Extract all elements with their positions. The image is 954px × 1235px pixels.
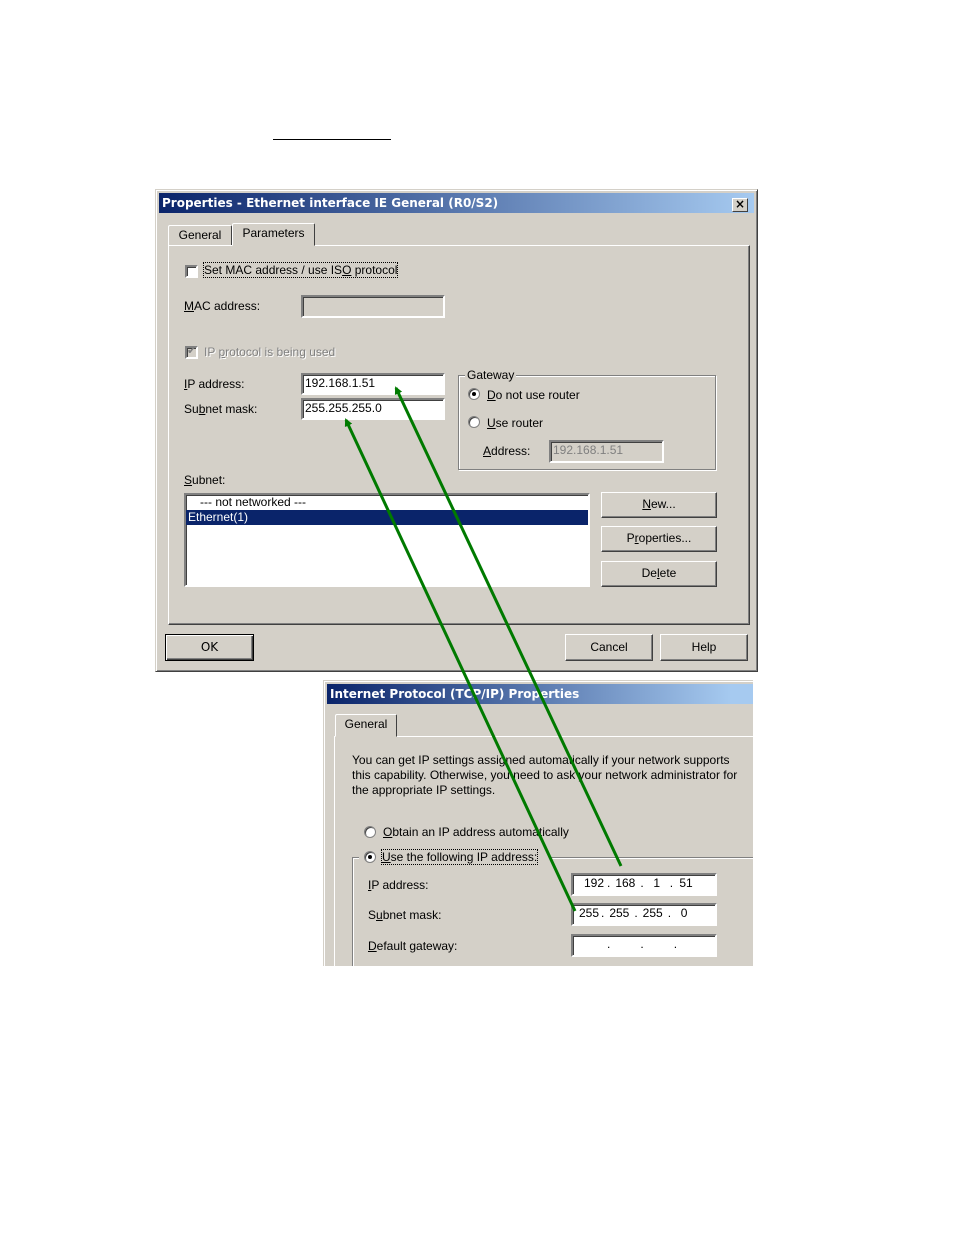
dialog-title-bar[interactable]: Properties - Ethernet interface IE Gener… bbox=[159, 193, 754, 213]
ethernet-properties-dialog: Properties - Ethernet interface IE Gener… bbox=[155, 189, 758, 672]
default-gateway-label: Default gateway: bbox=[368, 939, 458, 953]
new-button[interactable]: New... bbox=[601, 492, 717, 518]
dialog-title-bar[interactable]: Internet Protocol (TCP/IP) Properties bbox=[327, 684, 753, 704]
gateway-group-title: Gateway bbox=[465, 368, 517, 382]
decorative-underline bbox=[273, 139, 391, 140]
subnet-mask-input[interactable]: 255.255.255.0 bbox=[571, 903, 717, 926]
use-router-label[interactable]: Use router bbox=[487, 416, 543, 430]
ok-button[interactable]: OK bbox=[165, 634, 254, 661]
close-icon: × bbox=[734, 197, 746, 211]
use-following-ip-radio[interactable] bbox=[364, 851, 376, 863]
ip-address-label: IP address: bbox=[184, 377, 245, 391]
ip-address-input[interactable]: 192.168.1.51 bbox=[301, 373, 445, 395]
ip-address-label: IP address: bbox=[368, 878, 429, 892]
use-following-ip-label[interactable]: Use the following IP address: bbox=[380, 849, 539, 865]
subnet-mask-label: Subnet mask: bbox=[184, 402, 258, 416]
delete-button[interactable]: Delete bbox=[601, 561, 717, 587]
subnet-label: Subnet: bbox=[184, 473, 226, 487]
list-item-ethernet-1[interactable]: Ethernet(1) bbox=[186, 510, 588, 525]
obtain-ip-auto-label[interactable]: Obtain an IP address automatically bbox=[383, 825, 569, 839]
subnet-mask-label: Subnet mask: bbox=[368, 908, 442, 922]
cancel-button[interactable]: Cancel bbox=[565, 634, 653, 661]
properties-button[interactable]: Properties... bbox=[601, 526, 717, 552]
do-not-use-router-label[interactable]: Do not use router bbox=[487, 388, 580, 402]
set-mac-label[interactable]: Set MAC address / use ISO protocol bbox=[202, 262, 399, 278]
help-button[interactable]: Help bbox=[660, 634, 748, 661]
checkmark-icon: ✔ bbox=[187, 345, 197, 357]
tcpip-properties-dialog: Internet Protocol (TCP/IP) Properties Ge… bbox=[323, 680, 753, 966]
list-item-not-networked[interactable]: --- not networked --- bbox=[186, 495, 588, 510]
ip-address-input[interactable]: 192.168.1.51 bbox=[571, 873, 717, 896]
dialog-title: Properties - Ethernet interface IE Gener… bbox=[162, 196, 499, 210]
default-gateway-input[interactable]: ... bbox=[571, 934, 717, 957]
tab-label: General bbox=[178, 228, 222, 242]
subnet-mask-input[interactable]: 255.255.255.0 bbox=[301, 398, 445, 420]
ip-protocol-label: IP protocol is being used bbox=[204, 345, 336, 359]
router-address-input[interactable]: 192.168.1.51 bbox=[549, 440, 664, 463]
tab-label: General bbox=[344, 717, 388, 731]
obtain-ip-auto-radio[interactable] bbox=[364, 826, 376, 838]
ip-protocol-checkbox[interactable]: ✔ bbox=[185, 345, 198, 359]
use-router-radio[interactable] bbox=[468, 416, 480, 428]
mac-address-input[interactable] bbox=[301, 295, 445, 318]
tab-general[interactable]: General bbox=[168, 225, 232, 245]
do-not-use-router-radio[interactable] bbox=[468, 388, 480, 400]
dialog-title: Internet Protocol (TCP/IP) Properties bbox=[330, 687, 580, 701]
router-address-label: Address: bbox=[483, 444, 531, 458]
tab-label: Parameters bbox=[242, 226, 305, 240]
mac-address-label: MAC address: bbox=[184, 299, 261, 313]
tab-general[interactable]: General bbox=[335, 714, 397, 737]
set-mac-checkbox[interactable] bbox=[185, 265, 198, 278]
description-text: You can get IP settings assigned automat… bbox=[352, 753, 738, 797]
close-button[interactable]: × bbox=[732, 198, 748, 212]
subnet-list[interactable]: --- not networked --- Ethernet(1) bbox=[184, 493, 590, 587]
tab-parameters[interactable]: Parameters bbox=[232, 223, 315, 246]
